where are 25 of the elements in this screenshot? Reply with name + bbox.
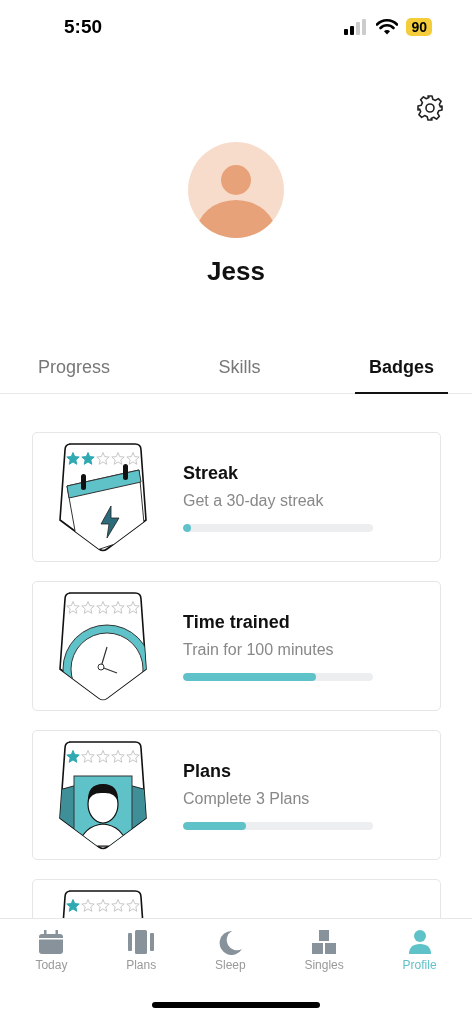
tab[interactable]: Skills bbox=[204, 347, 275, 394]
wifi-icon bbox=[376, 19, 399, 35]
tab[interactable]: Badges bbox=[354, 347, 448, 394]
badge-description: Complete 3 Plans bbox=[183, 789, 311, 808]
badge-card[interactable]: Streak Get a 30-day streak bbox=[32, 432, 441, 562]
columns-icon bbox=[127, 929, 156, 955]
badge-title: Plans bbox=[183, 760, 233, 782]
signal-icon bbox=[344, 19, 369, 35]
nav-tab[interactable]: Today bbox=[27, 929, 76, 972]
nav-tab[interactable]: Sleep bbox=[206, 929, 254, 972]
badge-description: Train for 100 minutes bbox=[183, 640, 335, 659]
badge-card[interactable]: Plans Complete 3 Plans bbox=[32, 730, 441, 860]
calendar-icon bbox=[37, 929, 66, 955]
status-time: 5:50 bbox=[64, 16, 103, 38]
badge-description: Get a 30-day streak bbox=[183, 491, 325, 510]
badge-card[interactable]: Time trained Train for 100 minutes bbox=[32, 581, 441, 711]
nav-tab[interactable]: Plans bbox=[118, 929, 165, 972]
badge-title: Streak bbox=[183, 462, 240, 484]
settings-icon[interactable] bbox=[416, 94, 444, 122]
tab[interactable]: Progress bbox=[24, 347, 125, 394]
nav-tab[interactable]: Singles bbox=[296, 929, 352, 972]
profile-name: Jess bbox=[207, 256, 265, 287]
badge-title: Time trained bbox=[183, 611, 291, 633]
battery-level: 90 bbox=[406, 18, 432, 36]
blocks-icon bbox=[310, 929, 339, 955]
